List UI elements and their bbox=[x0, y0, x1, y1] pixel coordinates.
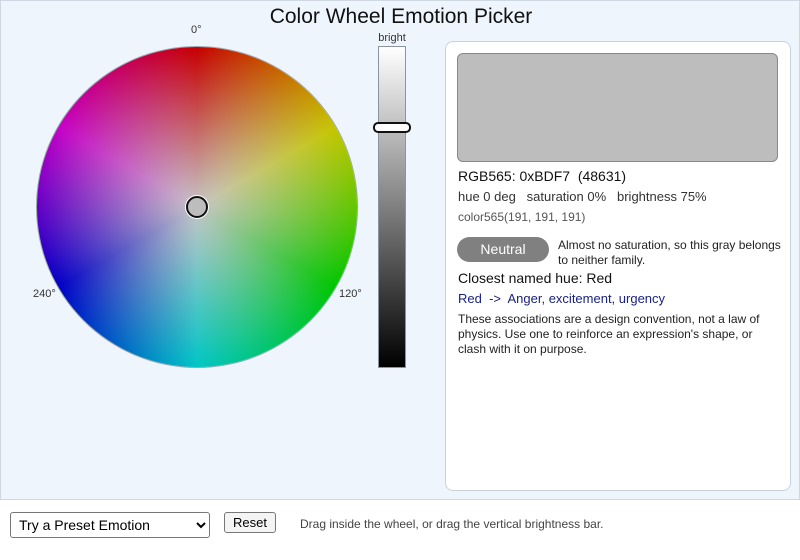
color-wheel[interactable] bbox=[37, 47, 357, 367]
hsb-readout: hue 0 deg saturation 0% brightness 75% bbox=[458, 189, 707, 204]
info-panel: RGB565: 0xBDF7 (48631) hue 0 deg saturat… bbox=[445, 41, 791, 491]
family-note: Almost no saturation, so this gray belon… bbox=[558, 238, 781, 267]
brightness-slider-handle[interactable] bbox=[373, 122, 411, 133]
color-swatch bbox=[457, 53, 778, 162]
reset-button[interactable]: Reset bbox=[224, 512, 276, 533]
family-badge: Neutral bbox=[457, 237, 549, 262]
page-title: Color Wheel Emotion Picker bbox=[269, 5, 533, 28]
brightness-slider[interactable] bbox=[378, 46, 406, 368]
wheel-cursor-handle[interactable] bbox=[186, 196, 208, 218]
rgb565-readout: RGB565: 0xBDF7 (48631) bbox=[458, 168, 627, 184]
app-area: Color Wheel Emotion Picker 0° 120° 240° … bbox=[0, 0, 800, 500]
brightness-label: bright bbox=[378, 32, 406, 44]
closest-hue: Closest named hue: Red bbox=[458, 270, 613, 286]
emotion-association: Red -> Anger, excitement, urgency bbox=[458, 291, 666, 306]
wheel-label-0: 0° bbox=[191, 24, 202, 36]
usage-hint: Drag inside the wheel, or drag the verti… bbox=[300, 517, 604, 531]
color565-readout: color565(191, 191, 191) bbox=[458, 210, 586, 224]
disclaimer-text: These associations are a design conventi… bbox=[458, 312, 760, 356]
preset-emotion-select[interactable]: Try a Preset Emotion bbox=[10, 512, 210, 538]
